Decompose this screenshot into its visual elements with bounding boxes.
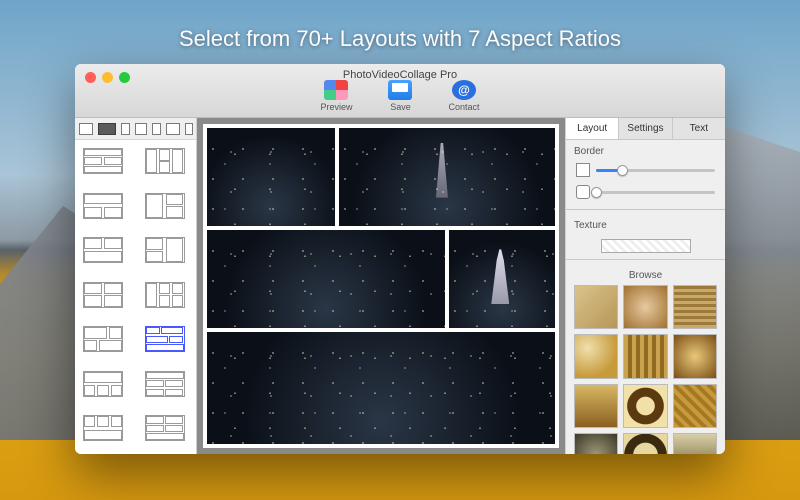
collage-cell[interactable] — [449, 230, 555, 328]
texture-swatch[interactable] — [623, 334, 667, 378]
titlebar: PhotoVideoCollage Pro Preview Save @ Con… — [75, 64, 725, 118]
save-button[interactable]: Save — [388, 80, 412, 112]
preview-icon — [324, 80, 348, 100]
layout-option[interactable] — [83, 148, 123, 174]
aspect-ratio-option[interactable] — [121, 123, 130, 135]
layout-option[interactable] — [145, 148, 185, 174]
texture-preview[interactable] — [601, 239, 691, 253]
toolbar: Preview Save @ Contact — [75, 80, 725, 112]
texture-swatch[interactable] — [574, 334, 618, 378]
aspect-ratio-option[interactable] — [152, 123, 161, 135]
border-square-icon — [576, 163, 590, 177]
preview-label: Preview — [320, 102, 352, 112]
border-radius-slider[interactable] — [596, 191, 715, 194]
layout-option[interactable] — [83, 415, 123, 441]
border-radius-row — [566, 183, 725, 205]
app-window: PhotoVideoCollage Pro Preview Save @ Con… — [75, 64, 725, 454]
aspect-ratio-option[interactable] — [166, 123, 180, 135]
texture-swatch[interactable] — [673, 334, 717, 378]
layout-option[interactable] — [83, 193, 123, 219]
collage-cell[interactable] — [339, 128, 556, 226]
contact-button[interactable]: @ Contact — [448, 80, 479, 112]
divider — [566, 209, 725, 210]
border-section-label: Border — [566, 140, 725, 161]
save-label: Save — [390, 102, 411, 112]
collage-cell[interactable] — [207, 230, 445, 328]
texture-swatch[interactable] — [574, 285, 618, 329]
tab-layout[interactable]: Layout — [566, 118, 619, 139]
right-panel: LayoutSettingsText Border Texture Browse — [565, 118, 725, 454]
browse-label: Browse — [566, 264, 725, 285]
preview-button[interactable]: Preview — [320, 80, 352, 112]
texture-swatch[interactable] — [673, 433, 717, 454]
collage-cell[interactable] — [207, 332, 555, 444]
border-round-icon — [576, 185, 590, 199]
aspect-ratio-option[interactable] — [98, 123, 116, 135]
texture-swatch[interactable] — [673, 384, 717, 428]
layout-option[interactable] — [83, 237, 123, 263]
panel-tabs: LayoutSettingsText — [566, 118, 725, 140]
border-width-row — [566, 161, 725, 183]
tab-settings[interactable]: Settings — [619, 118, 672, 139]
layout-option[interactable] — [145, 237, 185, 263]
border-width-slider[interactable] — [596, 169, 715, 172]
layout-option[interactable] — [83, 326, 123, 352]
canvas-area — [197, 118, 565, 454]
texture-swatch[interactable] — [623, 384, 667, 428]
marketing-headline: Select from 70+ Layouts with 7 Aspect Ra… — [0, 26, 800, 52]
divider — [566, 259, 725, 260]
aspect-ratio-option[interactable] — [185, 123, 193, 135]
collage-canvas[interactable] — [203, 124, 559, 448]
layout-sidebar — [75, 118, 197, 454]
texture-swatch[interactable] — [673, 285, 717, 329]
aspect-ratio-option[interactable] — [135, 123, 147, 135]
tab-text[interactable]: Text — [673, 118, 725, 139]
layout-grid — [75, 140, 196, 454]
layout-option[interactable] — [83, 282, 123, 308]
collage-cell[interactable] — [207, 128, 335, 226]
texture-swatch[interactable] — [574, 384, 618, 428]
layout-option[interactable] — [83, 371, 123, 397]
texture-swatch[interactable] — [623, 433, 667, 454]
aspect-ratio-selector — [75, 118, 196, 140]
texture-section-label: Texture — [566, 214, 725, 235]
window-body: LayoutSettingsText Border Texture Browse — [75, 118, 725, 454]
contact-icon: @ — [452, 80, 476, 100]
layout-option[interactable] — [145, 282, 185, 308]
layout-option[interactable] — [145, 371, 185, 397]
texture-grid — [566, 285, 725, 454]
contact-label: Contact — [448, 102, 479, 112]
layout-option[interactable] — [145, 326, 185, 352]
layout-option[interactable] — [145, 193, 185, 219]
aspect-ratio-option[interactable] — [79, 123, 93, 135]
save-icon — [388, 80, 412, 100]
layout-option[interactable] — [145, 415, 185, 441]
texture-swatch[interactable] — [623, 285, 667, 329]
texture-swatch[interactable] — [574, 433, 618, 454]
